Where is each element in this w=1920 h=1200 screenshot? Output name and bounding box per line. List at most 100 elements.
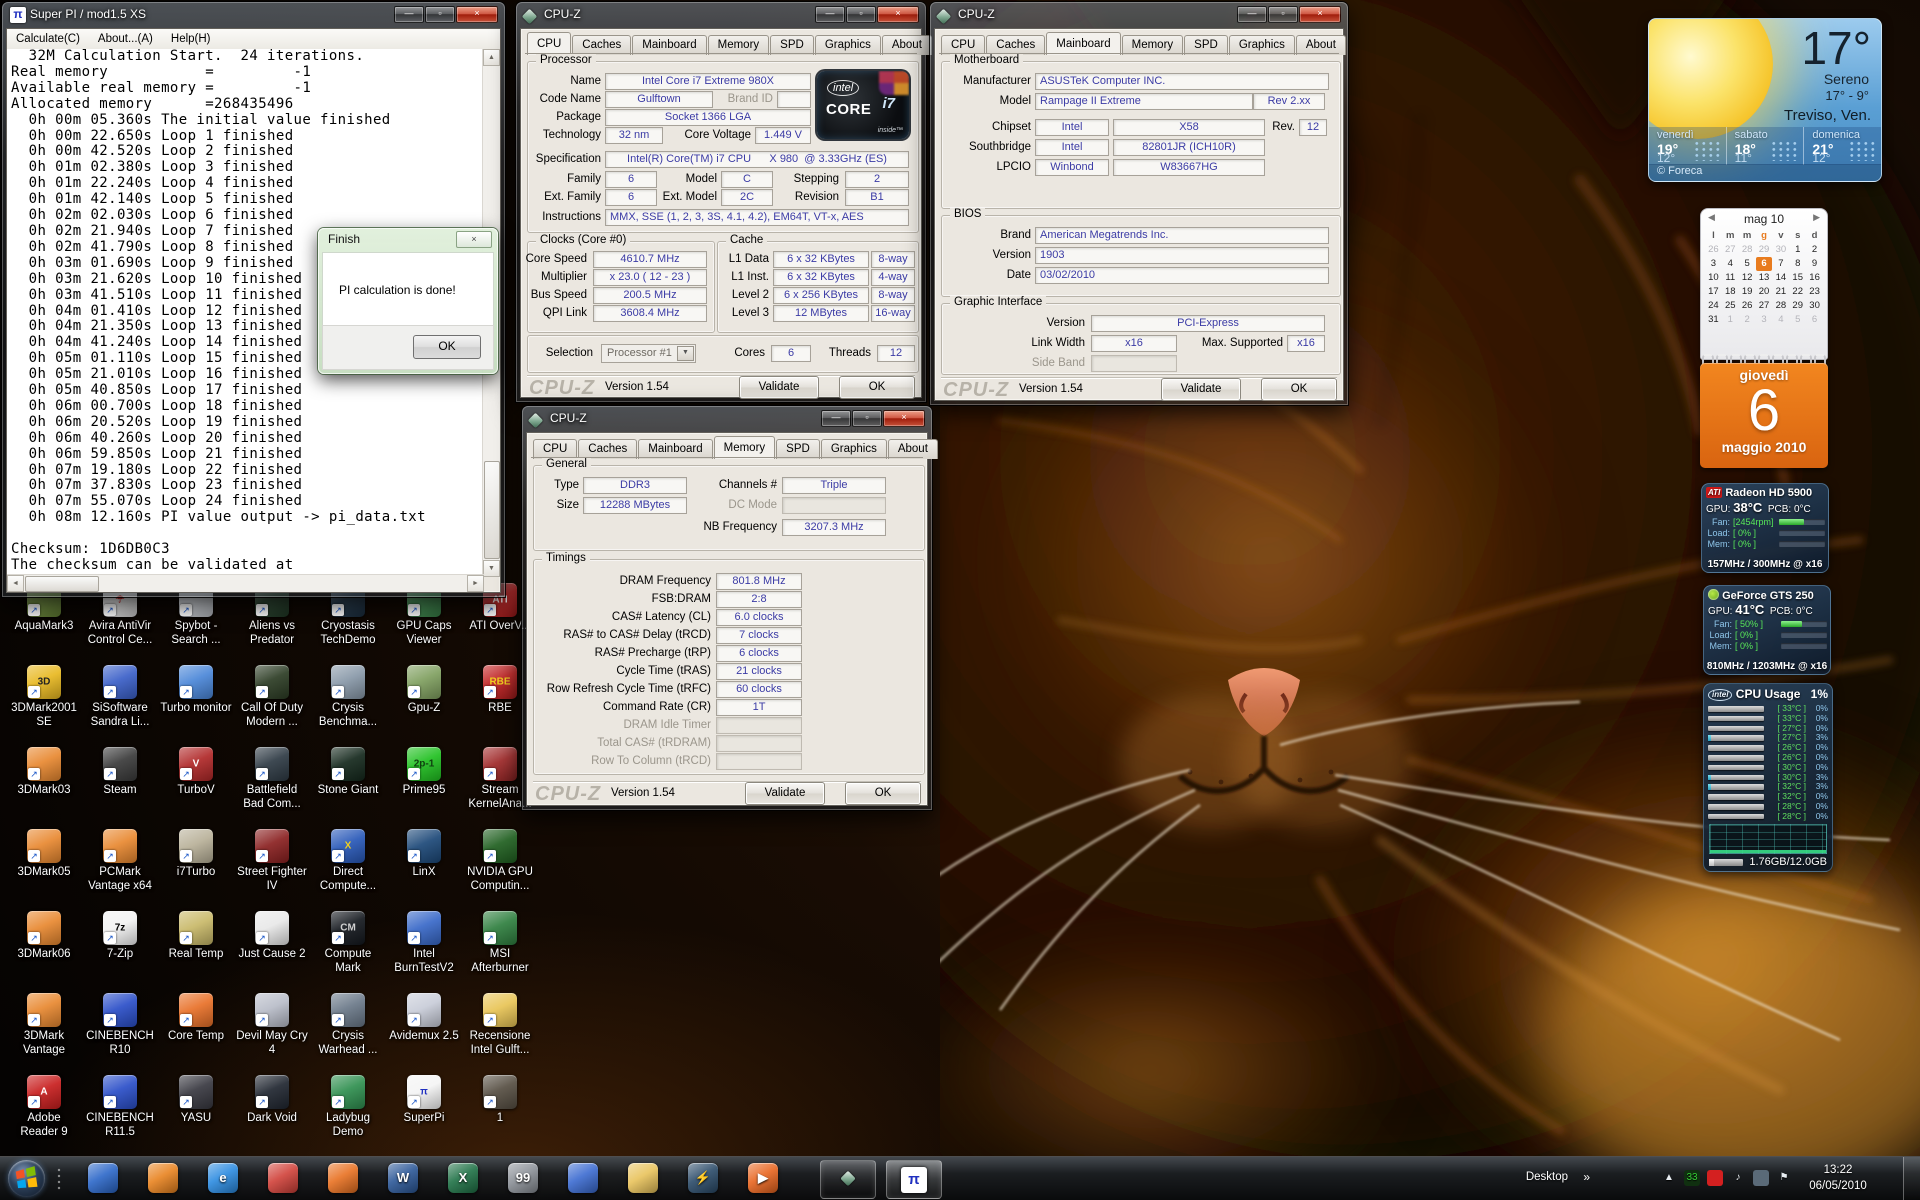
desktop-icon[interactable]: ↗Battlefield Bad Com... bbox=[234, 747, 310, 811]
calendar-day[interactable]: 27 bbox=[1756, 299, 1773, 313]
network-tray[interactable] bbox=[1753, 1170, 1769, 1186]
action-center-tray[interactable]: ⚑ bbox=[1776, 1170, 1792, 1186]
ok-button[interactable]: OK bbox=[1261, 378, 1337, 401]
desktop-icon[interactable]: ↗LinX bbox=[386, 829, 462, 880]
desktop-icon[interactable]: ↗Crysis Benchma... bbox=[310, 665, 386, 729]
desktop-icon[interactable]: ↗PCMark Vantage x64 bbox=[82, 829, 158, 893]
scroll-thumb[interactable] bbox=[484, 461, 500, 559]
menu-item[interactable]: Help(H) bbox=[162, 29, 220, 49]
calendar-day[interactable]: 1 bbox=[1789, 243, 1806, 257]
calendar-day[interactable]: 28 bbox=[1772, 299, 1789, 313]
calendar-day[interactable]: 29 bbox=[1789, 299, 1806, 313]
maximize-button[interactable]: ▫ bbox=[846, 6, 876, 23]
desktop-icon[interactable]: 2p-1↗Prime95 bbox=[386, 747, 462, 798]
close-button[interactable]: × bbox=[883, 410, 925, 427]
desktop-icon[interactable]: ↗Recensione Intel Gulft... bbox=[462, 993, 538, 1057]
menu-item[interactable]: About...(A) bbox=[89, 29, 162, 49]
tab-mainboard[interactable]: Mainboard bbox=[632, 35, 706, 55]
ccleaner-taskbar-icon[interactable] bbox=[268, 1163, 298, 1193]
tab-caches[interactable]: Caches bbox=[578, 439, 637, 459]
desktop-icon[interactable]: ↗Ladybug Demo bbox=[310, 1075, 386, 1139]
tab-memory[interactable]: Memory bbox=[1122, 35, 1184, 55]
desktop-icon[interactable]: ↗NVIDIA GPU Computin... bbox=[462, 829, 538, 893]
calendar-day[interactable]: 3 bbox=[1705, 257, 1722, 271]
calendar-day[interactable]: 1 bbox=[1722, 313, 1739, 327]
scroll-left-arrow[interactable]: ◄ bbox=[7, 575, 24, 592]
tab-cpu[interactable]: CPU bbox=[527, 32, 571, 55]
validate-button[interactable]: Validate bbox=[739, 376, 819, 399]
calendar-day[interactable]: 29 bbox=[1756, 243, 1773, 257]
tab-cpu[interactable]: CPU bbox=[533, 439, 577, 459]
explorer-folder-taskbar-icon[interactable] bbox=[628, 1163, 658, 1193]
calendar-day[interactable]: 30 bbox=[1772, 243, 1789, 257]
calendar-day[interactable]: 8 bbox=[1789, 257, 1806, 271]
tab-mainboard[interactable]: Mainboard bbox=[638, 439, 712, 459]
calendar-day[interactable]: 9 bbox=[1806, 257, 1823, 271]
calendar-day[interactable]: 13 bbox=[1756, 271, 1773, 285]
desktop-icon[interactable]: ↗CINEBENCH R10 bbox=[82, 993, 158, 1057]
minimize-button[interactable]: — bbox=[1237, 6, 1267, 23]
desktop-icon[interactable]: ↗Gpu-Z bbox=[386, 665, 462, 716]
desktop-icon[interactable]: ↗Avidemux 2.5 bbox=[386, 993, 462, 1044]
calendar-day[interactable]: 26 bbox=[1739, 299, 1756, 313]
ok-button[interactable]: OK bbox=[839, 376, 915, 399]
desktop-icon[interactable]: ↗Devil May Cry 4 bbox=[234, 993, 310, 1057]
calendar-day[interactable]: 3 bbox=[1756, 313, 1773, 327]
desktop-icon[interactable]: ↗Crysis Warhead ... bbox=[310, 993, 386, 1057]
minimize-button[interactable]: — bbox=[821, 410, 851, 427]
desktop-icon[interactable]: ↗SiSoftware Sandra Li... bbox=[82, 665, 158, 729]
calendar-day[interactable]: 20 bbox=[1756, 285, 1773, 299]
scroll-up-arrow[interactable]: ▲ bbox=[483, 49, 500, 66]
maximize-button[interactable]: ▫ bbox=[852, 410, 882, 427]
tab-about[interactable]: About bbox=[1296, 35, 1346, 55]
desktop-icon[interactable]: ↗Intel BurnTestV2 bbox=[386, 911, 462, 975]
desktop-icon[interactable]: ↗Core Temp bbox=[158, 993, 234, 1044]
menu-item[interactable]: Calculate(C) bbox=[7, 29, 89, 49]
tab-about[interactable]: About bbox=[882, 35, 932, 55]
toolbar-expand-chevron[interactable]: » bbox=[1583, 1170, 1590, 1184]
tab-memory[interactable]: Memory bbox=[708, 35, 770, 55]
desktop-icon[interactable]: 7z↗7-Zip bbox=[82, 911, 158, 962]
calendar-day[interactable]: 14 bbox=[1772, 271, 1789, 285]
calendar-day[interactable]: 26 bbox=[1705, 243, 1722, 257]
media-player-taskbar-icon[interactable]: ▶ bbox=[748, 1163, 778, 1193]
desktop-icon[interactable]: ↗YASU bbox=[158, 1075, 234, 1126]
word-taskbar-icon[interactable]: W bbox=[388, 1163, 418, 1193]
desktop-icon[interactable]: ↗Turbo monitor bbox=[158, 665, 234, 716]
desktop-icon[interactable]: X↗Direct Compute... bbox=[310, 829, 386, 893]
close-button[interactable]: × bbox=[456, 6, 498, 23]
minimize-button[interactable]: — bbox=[394, 6, 424, 23]
ati-tray[interactable] bbox=[1707, 1170, 1723, 1186]
scroll-down-arrow[interactable]: ▼ bbox=[483, 560, 500, 577]
horizontal-scrollbar[interactable]: ◄ ► bbox=[7, 574, 484, 592]
scroll-right-arrow[interactable]: ► bbox=[467, 575, 484, 592]
ok-button[interactable]: OK bbox=[413, 335, 481, 359]
radeon-monitor-gadget[interactable]: ATI Radeon HD 5900 GPU: 38°C PCB: 0°C Fa… bbox=[1701, 483, 1829, 573]
tab-graphics[interactable]: Graphics bbox=[815, 35, 881, 55]
calendar-gadget[interactable]: ◀ mag 10 ▶ lmmgvsd2627282930123456789101… bbox=[1700, 208, 1828, 468]
cpuz-taskbar-button[interactable] bbox=[820, 1160, 876, 1199]
tab-caches[interactable]: Caches bbox=[572, 35, 631, 55]
excel-taskbar-icon[interactable]: X bbox=[448, 1163, 478, 1193]
desktop-icon[interactable]: ↗3DMark Vantage bbox=[6, 993, 82, 1057]
calendar-day[interactable]: 18 bbox=[1722, 285, 1739, 299]
desktop-icon[interactable]: A↗Adobe Reader 9 bbox=[6, 1075, 82, 1139]
desktop-icon[interactable]: ↗Call Of Duty Modern ... bbox=[234, 665, 310, 729]
calendar-day[interactable]: 16 bbox=[1806, 271, 1823, 285]
desktop-icon[interactable]: ↗Real Temp bbox=[158, 911, 234, 962]
calendar-day[interactable]: 11 bbox=[1722, 271, 1739, 285]
calendar-day[interactable]: 22 bbox=[1789, 285, 1806, 299]
calendar-day[interactable]: 10 bbox=[1705, 271, 1722, 285]
calendar-day[interactable]: 5 bbox=[1789, 313, 1806, 327]
desktop-icon[interactable]: ↗CINEBENCH R11.5 bbox=[82, 1075, 158, 1139]
writer-tool-taskbar-icon[interactable] bbox=[568, 1163, 598, 1193]
firefox-taskbar-icon[interactable] bbox=[148, 1163, 178, 1193]
dialog-close-icon[interactable]: × bbox=[456, 231, 492, 248]
calendar-day[interactable]: 4 bbox=[1722, 257, 1739, 271]
calendar-day[interactable]: 31 bbox=[1705, 313, 1722, 327]
tab-spd[interactable]: SPD bbox=[776, 439, 820, 459]
calendar-day[interactable]: 12 bbox=[1739, 271, 1756, 285]
tab-spd[interactable]: SPD bbox=[1184, 35, 1228, 55]
calendar-day[interactable]: 17 bbox=[1705, 285, 1722, 299]
start-button[interactable] bbox=[8, 1160, 45, 1197]
